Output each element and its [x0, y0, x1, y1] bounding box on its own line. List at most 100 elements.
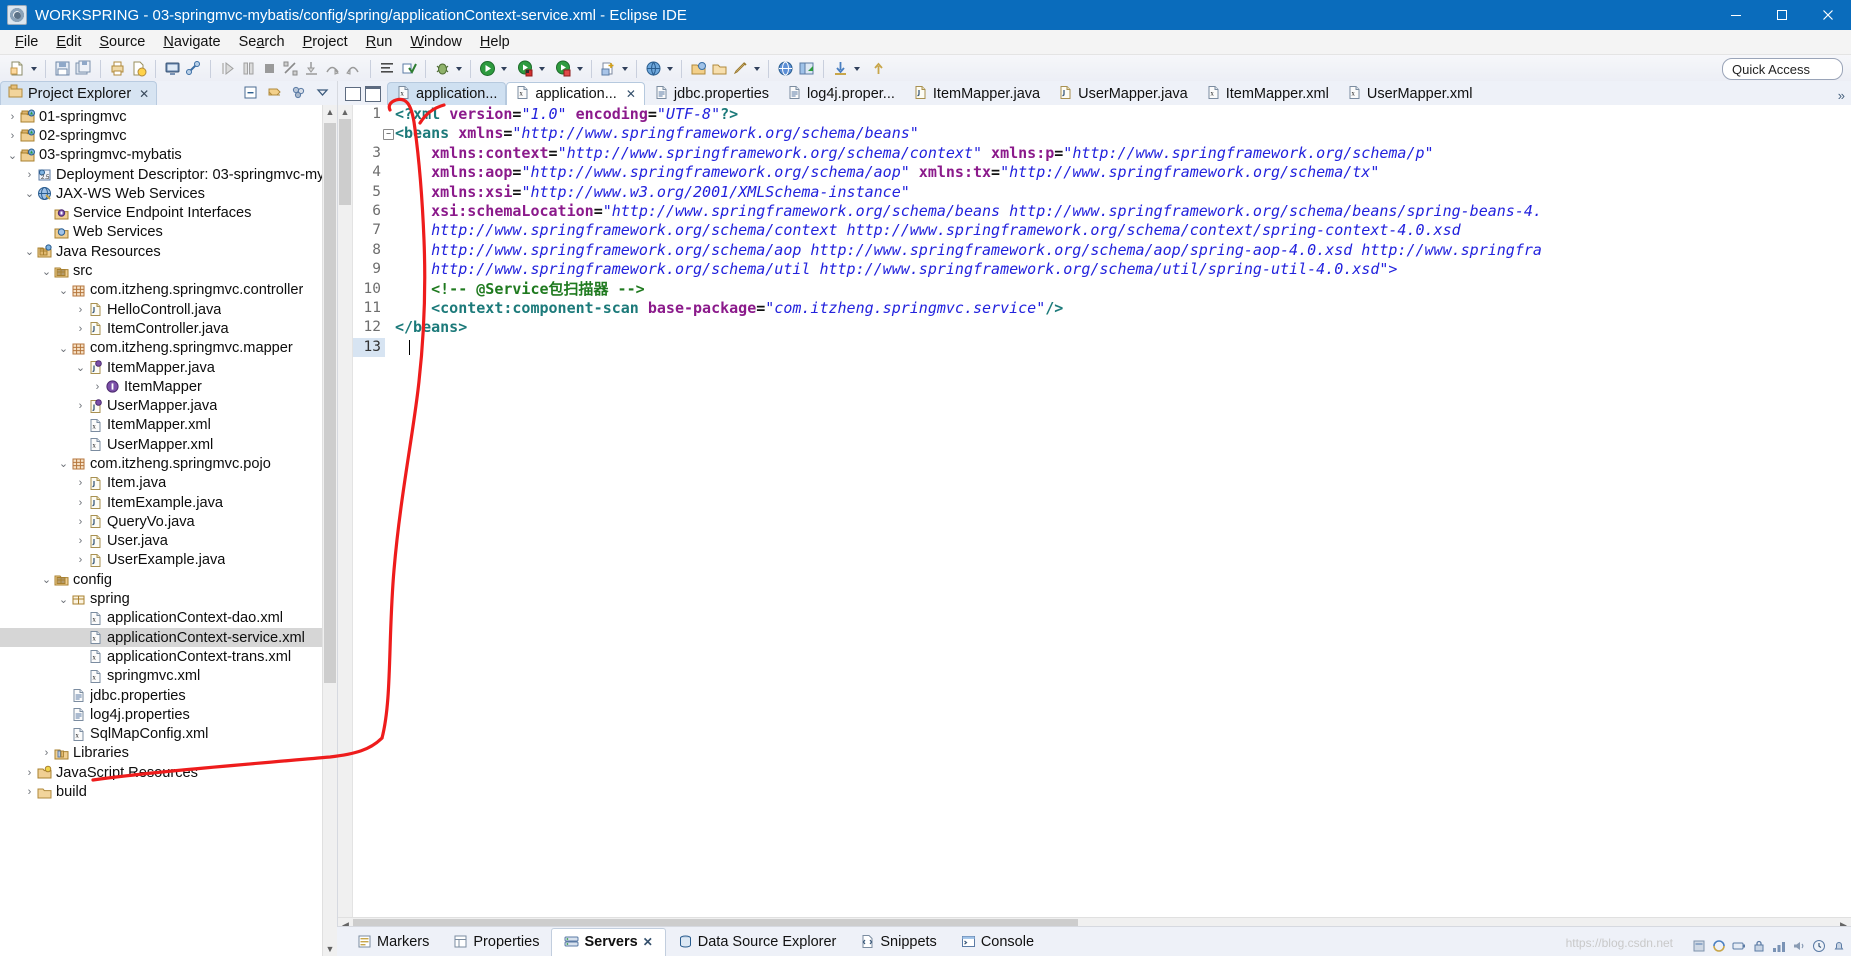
- tree-item[interactable]: ⌄ com.itzheng.springmvc.controller: [0, 281, 323, 300]
- menu-edit[interactable]: Edit: [47, 32, 90, 52]
- chevron-right-icon[interactable]: ›: [74, 323, 87, 335]
- resume-icon[interactable]: [217, 58, 238, 79]
- tree-item[interactable]: ⌄ com.itzheng.springmvc.pojo: [0, 454, 323, 473]
- scroll-down-icon[interactable]: ▼: [323, 942, 337, 956]
- menu-project[interactable]: Project: [294, 32, 357, 52]
- run-config-icon[interactable]: [553, 58, 574, 79]
- menu-search[interactable]: Search: [230, 32, 294, 52]
- tree-item[interactable]: › 02-springmvc: [0, 126, 323, 145]
- step-over-icon[interactable]: [322, 58, 343, 79]
- chevron-right-icon[interactable]: ›: [74, 535, 87, 547]
- tree-item[interactable]: log4j.properties: [0, 705, 323, 724]
- run-as-dropdown-icon[interactable]: [536, 59, 547, 79]
- download-icon[interactable]: [830, 58, 851, 79]
- chevron-down-icon[interactable]: ⌄: [23, 245, 36, 258]
- menu-source[interactable]: Source: [90, 32, 154, 52]
- editor-rail-thumb[interactable]: [339, 119, 351, 205]
- tree-item[interactable]: ⌄ ItemMapper.java: [0, 358, 323, 377]
- run-as-server-icon[interactable]: [515, 58, 536, 79]
- chevron-right-icon[interactable]: ›: [40, 747, 53, 759]
- run-dropdown-icon[interactable]: [498, 59, 509, 79]
- scroll-up-icon[interactable]: ▲: [323, 105, 337, 119]
- validate-xml-icon[interactable]: [398, 58, 419, 79]
- search-globe-icon[interactable]: [643, 58, 664, 79]
- minimize-editor-icon[interactable]: [345, 87, 361, 101]
- link-with-editor-icon[interactable]: [265, 83, 283, 101]
- step-return-icon[interactable]: [343, 58, 364, 79]
- editor-overview-rail[interactable]: ▲: [338, 105, 353, 917]
- project-tree[interactable]: › 01-springmvc › 02-springmvc ⌄ 03-springmvc-…: [0, 105, 323, 956]
- edit-dropdown-icon[interactable]: [751, 59, 762, 79]
- chevron-down-icon[interactable]: ⌄: [57, 593, 70, 606]
- editor-tab[interactable]: log4j.proper...: [778, 82, 904, 105]
- validate-icon[interactable]: [128, 58, 149, 79]
- menu-run[interactable]: Run: [357, 32, 402, 52]
- tree-item[interactable]: › 2.5 Deployment Descriptor: 03-springmvc-…: [0, 165, 323, 184]
- chevron-right-icon[interactable]: ›: [74, 516, 87, 528]
- tree-item[interactable]: ⌄ src: [0, 261, 323, 280]
- tree-item[interactable]: › Item.java: [0, 474, 323, 493]
- chevron-right-icon[interactable]: ›: [74, 497, 87, 509]
- tree-item[interactable]: ⌄ spring: [0, 589, 323, 608]
- search-dropdown-icon[interactable]: [664, 59, 675, 79]
- chevron-down-icon[interactable]: ⌄: [74, 361, 87, 374]
- menu-file[interactable]: File: [6, 32, 47, 52]
- tree-item[interactable]: x applicationContext-service.xml: [0, 628, 323, 648]
- chevron-right-icon[interactable]: ›: [6, 111, 19, 123]
- tree-item[interactable]: › JavaScript Resources: [0, 763, 323, 782]
- more-tabs-icon[interactable]: »: [1838, 88, 1845, 103]
- tree-item[interactable]: › QueryVo.java: [0, 512, 323, 531]
- run-config-dropdown-icon[interactable]: [574, 59, 585, 79]
- chevron-down-icon[interactable]: ⌄: [57, 457, 70, 470]
- editor-tab[interactable]: UserMapper.java: [1049, 82, 1197, 105]
- bottom-view-tab[interactable]: Markers: [345, 934, 441, 950]
- debug-dropdown-icon[interactable]: [453, 59, 464, 79]
- minimize-button[interactable]: [1713, 0, 1759, 30]
- edit-pencil-icon[interactable]: [730, 58, 751, 79]
- upload-icon[interactable]: [868, 58, 889, 79]
- tree-item[interactable]: › UserExample.java: [0, 551, 323, 570]
- tree-item[interactable]: › ItemController.java: [0, 319, 323, 338]
- bottom-view-tab[interactable]: Snippets: [848, 934, 948, 950]
- chevron-right-icon[interactable]: ›: [23, 767, 36, 779]
- volume-icon[interactable]: [1791, 938, 1807, 954]
- open-type-icon[interactable]: [688, 58, 709, 79]
- save-icon[interactable]: [52, 58, 73, 79]
- chevron-down-icon[interactable]: ⌄: [57, 284, 70, 297]
- open-console-icon[interactable]: [162, 58, 183, 79]
- view-dropdown-icon[interactable]: [313, 83, 331, 101]
- editor-scroll-up-icon[interactable]: ▲: [338, 105, 352, 118]
- scrollbar-thumb[interactable]: [324, 123, 336, 683]
- tree-item[interactable]: › ItemExample.java: [0, 493, 323, 512]
- bottom-view-tab[interactable]: Data Source Explorer: [666, 934, 849, 950]
- tree-item[interactable]: › User.java: [0, 532, 323, 551]
- tree-item[interactable]: jdbc.properties: [0, 686, 323, 705]
- tree-item[interactable]: › 01-springmvc: [0, 107, 323, 126]
- chevron-right-icon[interactable]: ›: [23, 169, 36, 181]
- notification-icon[interactable]: [1831, 938, 1847, 954]
- chevron-right-icon[interactable]: ›: [6, 130, 19, 142]
- editor-tab[interactable]: ItemMapper.java: [904, 82, 1049, 105]
- tree-item[interactable]: › build: [0, 782, 323, 801]
- tree-item[interactable]: x applicationContext-trans.xml: [0, 647, 323, 666]
- editor-tab[interactable]: x application... ✕: [506, 82, 645, 105]
- tree-item[interactable]: › Libraries: [0, 744, 323, 763]
- chevron-down-icon[interactable]: ⌄: [23, 187, 36, 200]
- tree-item[interactable]: x springmvc.xml: [0, 667, 323, 686]
- maximize-button[interactable]: [1759, 0, 1805, 30]
- tree-item[interactable]: ⌄ Java Resources: [0, 242, 323, 261]
- terminate-icon[interactable]: [259, 58, 280, 79]
- tree-item[interactable]: ⌄ 03-springmvc-mybatis: [0, 146, 323, 165]
- new-dropdown-icon[interactable]: [28, 59, 39, 79]
- maximize-editor-icon[interactable]: [365, 86, 381, 102]
- chevron-right-icon[interactable]: ›: [74, 554, 87, 566]
- tree-item[interactable]: ⌄ config: [0, 570, 323, 589]
- code-editor[interactable]: <?xml version="1.0" encoding="UTF-8"?> <b…: [385, 105, 1851, 917]
- tree-item[interactable]: Service Endpoint Interfaces: [0, 203, 323, 222]
- tree-item[interactable]: ⌄ JAX-WS Web Services: [0, 184, 323, 203]
- bottom-view-tab[interactable]: Servers ✕: [551, 927, 666, 956]
- view-menu-icon[interactable]: [289, 83, 307, 101]
- tree-item[interactable]: Web Services: [0, 223, 323, 242]
- debug-icon[interactable]: [432, 58, 453, 79]
- link-icon[interactable]: [183, 58, 204, 79]
